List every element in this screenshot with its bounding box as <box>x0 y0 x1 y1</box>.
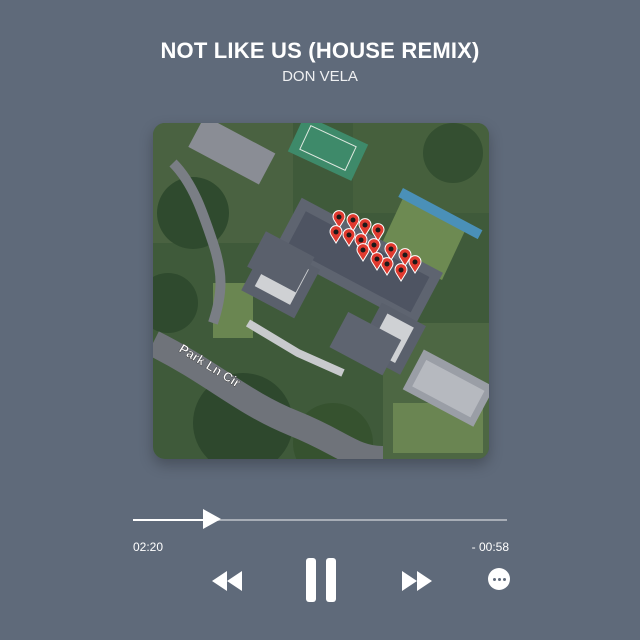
artist-name[interactable]: DON VELA <box>0 68 640 85</box>
track-title: NOT LIKE US (HOUSE REMIX) <box>160 38 480 63</box>
progress-fill <box>133 519 205 521</box>
playhead-handle[interactable] <box>203 509 221 529</box>
fast-forward-icon <box>402 571 432 591</box>
progress-bar[interactable] <box>133 519 507 521</box>
fast-forward-button[interactable] <box>402 571 432 591</box>
more-options-button[interactable] <box>488 568 510 590</box>
rewind-button[interactable] <box>212 571 242 591</box>
aerial-map-image: Park Ln Cir <box>153 123 489 459</box>
pause-button[interactable] <box>304 558 338 602</box>
remaining-time: - 00:58 <box>471 540 509 554</box>
rewind-icon <box>212 571 242 591</box>
pause-icon <box>306 558 336 602</box>
elapsed-time: 02:20 <box>133 540 164 554</box>
album-artwork: Park Ln Cir <box>153 123 489 459</box>
more-options-icon <box>492 577 506 581</box>
